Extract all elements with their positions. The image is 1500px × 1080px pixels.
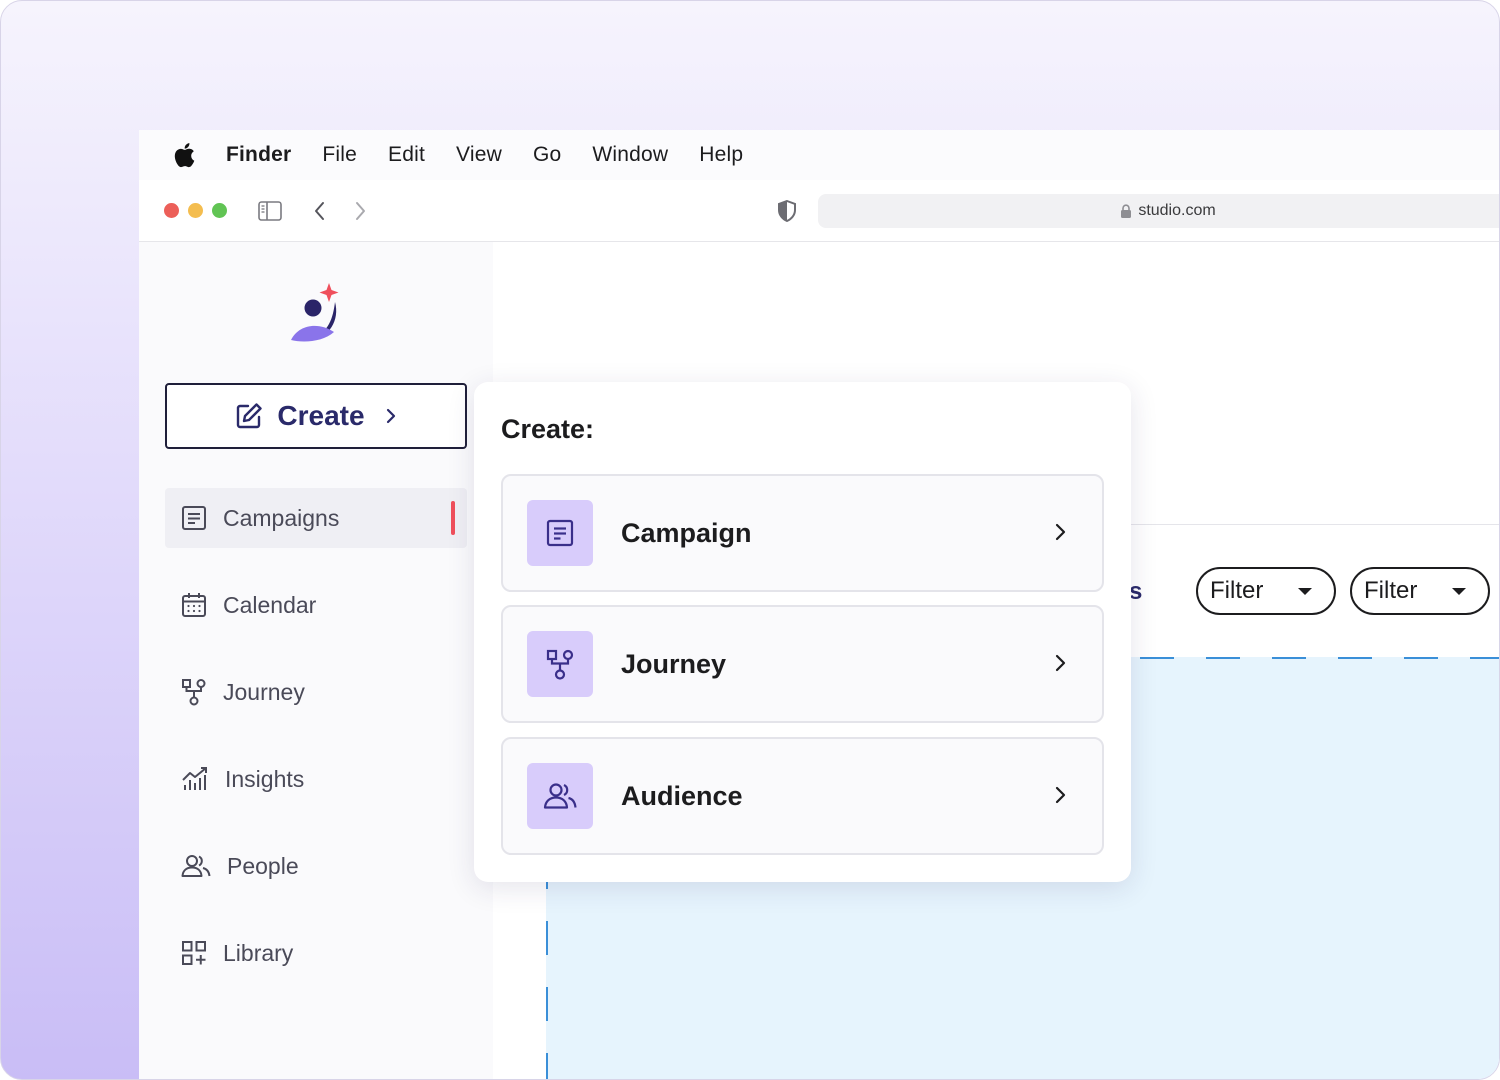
url-text: studio.com — [1138, 202, 1216, 219]
screen: Finder File Edit View Go Window Help stu… — [139, 130, 1499, 1079]
shield-icon[interactable] — [777, 200, 797, 222]
grid-plus-icon — [182, 941, 206, 965]
create-button[interactable]: Create — [165, 383, 467, 449]
option-icon-tile — [527, 500, 593, 566]
option-icon-tile — [527, 631, 593, 697]
option-label: Campaign — [621, 517, 752, 548]
create-campaign-option[interactable]: Campaign — [501, 474, 1104, 592]
sidebar: Create Campaigns Calendar Journey Insigh… — [139, 242, 493, 1079]
filter-label: Filter — [1210, 577, 1264, 604]
menu-help[interactable]: Help — [699, 143, 743, 167]
list-icon — [546, 519, 574, 547]
zoom-window-button[interactable] — [212, 203, 227, 218]
window-frame: Finder File Edit View Go Window Help stu… — [0, 0, 1500, 1080]
lock-icon — [1121, 203, 1132, 218]
menu-go[interactable]: Go — [533, 143, 561, 167]
address-bar[interactable]: studio.com — [818, 194, 1499, 228]
sidebar-item-campaigns[interactable]: Campaigns — [165, 488, 467, 548]
chevron-right-icon — [1055, 654, 1066, 672]
sidebar-item-label: People — [227, 852, 299, 879]
chevron-right-icon — [1055, 523, 1066, 541]
menu-view[interactable]: View — [456, 143, 502, 167]
back-icon[interactable] — [313, 201, 327, 221]
caret-down-icon — [1298, 588, 1312, 595]
browser-toolbar: studio.com — [139, 180, 1499, 242]
create-audience-option[interactable]: Audience — [501, 737, 1104, 855]
partial-heading: s — [1129, 578, 1143, 605]
menu-bar: Finder File Edit View Go Window Help — [139, 130, 1499, 180]
minimize-window-button[interactable] — [188, 203, 203, 218]
flow-icon — [182, 679, 206, 706]
sidebar-item-label: Campaigns — [223, 504, 340, 531]
menu-finder[interactable]: Finder — [226, 143, 291, 167]
flow-icon — [546, 649, 574, 680]
sidebar-item-library[interactable]: Library — [165, 923, 467, 983]
apple-icon[interactable] — [173, 142, 195, 168]
list-icon — [182, 506, 206, 530]
popover-title: Create: — [501, 414, 595, 444]
caret-down-icon — [1452, 588, 1466, 595]
chevron-right-icon — [386, 408, 395, 424]
people-icon — [181, 855, 211, 877]
calendar-icon — [182, 593, 206, 617]
sidebar-item-insights[interactable]: Insights — [165, 749, 467, 809]
menu-window[interactable]: Window — [592, 143, 668, 167]
sidebar-item-label: Library — [223, 939, 294, 966]
chevron-right-icon — [1055, 786, 1066, 804]
sidebar-item-label: Journey — [223, 678, 305, 705]
edit-icon — [237, 403, 263, 429]
sidebar-item-people[interactable]: People — [165, 836, 467, 896]
filter-dropdown-1[interactable]: Filter — [1196, 567, 1336, 615]
filter-dropdown-2[interactable]: Filter — [1350, 567, 1490, 615]
menu-file[interactable]: File — [322, 143, 357, 167]
active-indicator — [451, 501, 455, 535]
menu-edit[interactable]: Edit — [388, 143, 425, 167]
option-icon-tile — [527, 763, 593, 829]
sidebar-item-label: Insights — [225, 765, 305, 792]
forward-icon[interactable] — [353, 201, 367, 221]
create-button-label: Create — [277, 400, 365, 431]
app-logo[interactable] — [289, 280, 345, 344]
close-window-button[interactable] — [164, 203, 179, 218]
filter-label: Filter — [1364, 577, 1418, 604]
chart-icon — [182, 767, 207, 790]
sidebar-toggle-icon[interactable] — [258, 201, 282, 221]
people-icon — [543, 783, 577, 809]
option-label: Journey — [621, 648, 727, 679]
option-label: Audience — [621, 780, 743, 811]
create-popover: Create: Campaign Journey Audience — [474, 382, 1131, 882]
sidebar-item-calendar[interactable]: Calendar — [165, 575, 467, 635]
create-journey-option[interactable]: Journey — [501, 605, 1104, 723]
sidebar-item-label: Calendar — [223, 591, 317, 618]
sidebar-item-journey[interactable]: Journey — [165, 662, 467, 722]
